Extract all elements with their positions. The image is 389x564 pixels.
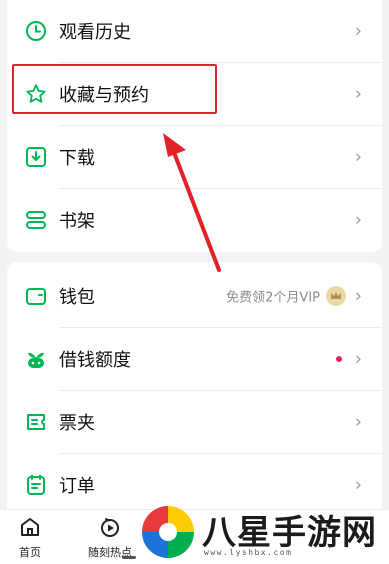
home-icon: [19, 518, 41, 542]
nav-trending[interactable]: 随刻热点: [80, 516, 140, 560]
nav-indicator: [122, 556, 136, 559]
annotation-arrow: [163, 133, 221, 272]
watermark-logo-icon: [142, 506, 194, 558]
nav-home[interactable]: 首页: [0, 516, 60, 560]
watermark-url: www.lyshbx.com: [204, 548, 293, 557]
nav-label: 首页: [19, 546, 41, 559]
watermark: 八星手游网 www.lyshbx.com: [140, 502, 389, 564]
watermark-title: 八星手游网: [202, 513, 377, 553]
play-circle-icon: [99, 518, 121, 542]
